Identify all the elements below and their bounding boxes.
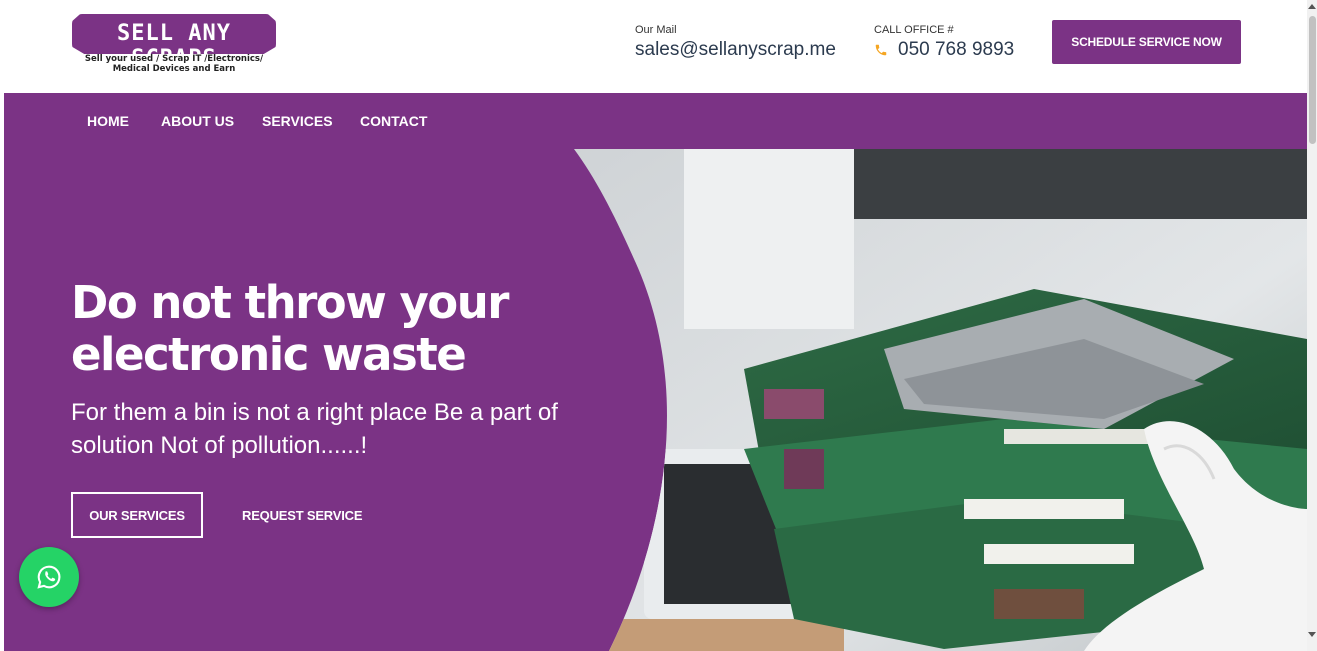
hero-section: Do not throw your electronic waste For t… xyxy=(4,149,1307,651)
page-scrollbar[interactable] xyxy=(1307,0,1317,651)
hero-title: Do not throw your electronic waste xyxy=(71,276,509,381)
call-block: CALL OFFICE # 050 768 9893 xyxy=(874,24,1014,61)
our-services-button[interactable]: OUR SERVICES xyxy=(71,492,203,538)
main-nav: HOME ABOUT US SERVICES CONTACT xyxy=(4,93,1307,149)
phone-icon xyxy=(875,44,887,56)
request-service-button[interactable]: REQUEST SERVICE xyxy=(242,494,362,536)
logo-tagline-line2: Medical Devices and Earn xyxy=(112,64,236,74)
page: SELL ANY SCRAPS Sell your used / Scrap I… xyxy=(4,0,1307,651)
scroll-down-arrow-icon[interactable] xyxy=(1308,632,1316,637)
nav-item-contact[interactable]: CONTACT xyxy=(360,113,427,129)
call-label: CALL OFFICE # xyxy=(874,24,954,36)
scroll-up-arrow-icon[interactable] xyxy=(1308,4,1316,9)
site-header: SELL ANY SCRAPS Sell your used / Scrap I… xyxy=(4,0,1307,93)
nav-item-home[interactable]: HOME xyxy=(87,113,129,129)
schedule-service-button[interactable]: SCHEDULE SERVICE NOW xyxy=(1052,20,1241,64)
call-value: 050 768 9893 xyxy=(898,39,1015,60)
mail-block: Our Mail sales@sellanyscrap.me xyxy=(635,24,836,61)
nav-item-about-us[interactable]: ABOUT US xyxy=(161,113,234,129)
site-logo[interactable]: SELL ANY SCRAPS Sell your used / Scrap I… xyxy=(72,14,276,74)
mail-value[interactable]: sales@sellanyscrap.me xyxy=(635,39,836,61)
logo-tagline: Sell your used / Scrap IT /Electronics/ … xyxy=(72,54,276,74)
whatsapp-icon xyxy=(37,565,61,589)
hero-subtitle: For them a bin is not a right place Be a… xyxy=(71,399,558,459)
mail-label: Our Mail xyxy=(635,24,677,36)
nav-item-services[interactable]: SERVICES xyxy=(262,113,333,129)
logo-tagline-line1: Sell your used / Scrap IT /Electronics/ xyxy=(84,54,264,64)
call-row[interactable]: 050 768 9893 xyxy=(874,39,1014,61)
scroll-thumb[interactable] xyxy=(1309,16,1316,144)
whatsapp-button[interactable] xyxy=(19,547,79,607)
